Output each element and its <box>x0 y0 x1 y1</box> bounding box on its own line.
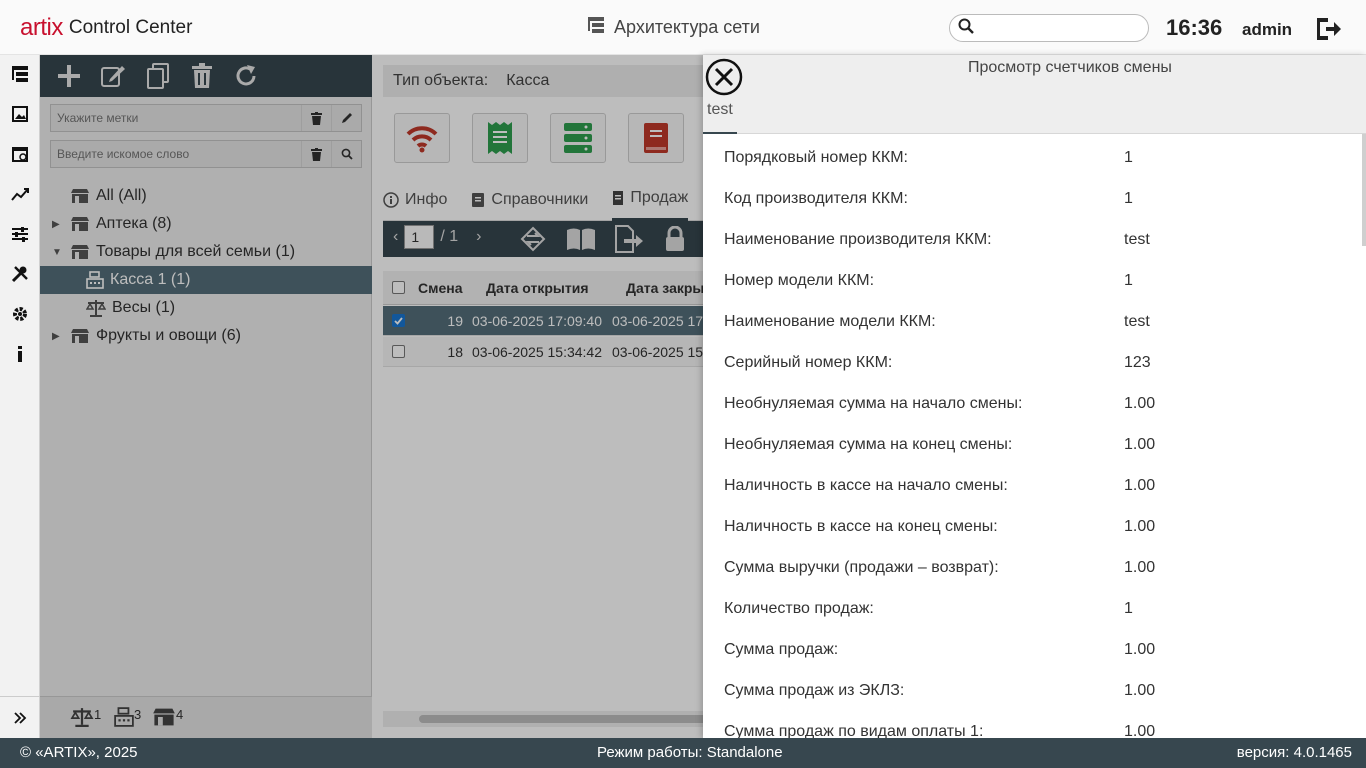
counter-label: Сумма продаж: <box>724 640 839 658</box>
global-search[interactable] <box>949 14 1156 42</box>
network-tree-icon <box>586 15 606 40</box>
logo-text: Control Center <box>68 17 193 38</box>
counter-value: 1.00 <box>1124 681 1156 699</box>
close-circle-icon <box>705 58 743 96</box>
counter-value: 1 <box>1124 271 1133 289</box>
counter-label: Код производителя ККМ: <box>724 189 908 207</box>
counter-label: Порядковый номер ККМ: <box>724 148 908 166</box>
section-title: Архитектура сети <box>586 15 760 40</box>
modal-backdrop[interactable] <box>40 55 703 738</box>
logo[interactable]: artix Control Center <box>20 10 192 46</box>
counter-label: Номер модели ККМ: <box>724 271 875 289</box>
counter-row: Наименование модели ККМ: test <box>724 301 1344 342</box>
counter-row: Сумма продаж из ЭКЛЗ: 1.00 <box>724 670 1344 711</box>
section-title-text: Архитектура сети <box>614 17 760 37</box>
dialog-header: Просмотр счетчиков смены test <box>703 55 1366 134</box>
counter-label: Количество продаж: <box>724 599 874 617</box>
counter-row: Сумма продаж по видам оплаты 1: 1.00 <box>724 711 1344 739</box>
counter-row: Порядковый номер ККМ: 1 <box>724 137 1344 178</box>
dialog-tab-test[interactable]: test <box>703 101 737 134</box>
counter-row: Необнуляемая сумма на начало смены: 1.00 <box>724 383 1344 424</box>
nav-expand-button[interactable] <box>0 696 40 738</box>
double-chevron-right-icon <box>14 711 27 724</box>
logout-button[interactable] <box>1314 16 1342 47</box>
search-icon <box>958 18 974 39</box>
counter-value: 123 <box>1124 353 1151 371</box>
app-header: artix Control Center Архитектура сети 16… <box>0 0 1366 55</box>
nav-architecture-icon[interactable] <box>9 63 31 85</box>
counter-row: Количество продаж: 1 <box>724 588 1344 629</box>
counter-value: 1 <box>1124 599 1133 617</box>
status-bar: © «ARTIX», 2025 Режим работы: Standalone… <box>0 738 1366 768</box>
counter-label: Необнуляемая сумма на начало смены: <box>724 394 1023 412</box>
nav-gallery-icon[interactable] <box>9 103 31 125</box>
counter-label: Наличность в кассе на конец смены: <box>724 517 998 535</box>
copyright: © «ARTIX», 2025 <box>20 744 138 761</box>
nav-chart-icon[interactable] <box>9 183 31 205</box>
counter-label: Необнуляемая сумма на конец смены: <box>724 435 1013 453</box>
counter-value: 1.00 <box>1124 435 1156 453</box>
counter-label: Сумма продаж из ЭКЛЗ: <box>724 681 905 699</box>
counter-value: 1.00 <box>1124 722 1156 739</box>
nav-tools-icon[interactable] <box>9 263 31 285</box>
counter-value: 1 <box>1124 148 1133 166</box>
counter-row: Номер модели ККМ: 1 <box>724 260 1344 301</box>
counter-value: 1 <box>1124 189 1133 207</box>
main-nav <box>0 55 40 738</box>
vertical-scrollbar[interactable] <box>1362 134 1366 738</box>
counter-row: Код производителя ККМ: 1 <box>724 178 1344 219</box>
counter-value: 1.00 <box>1124 517 1156 535</box>
global-search-input[interactable] <box>980 20 1156 36</box>
counter-value: 1.00 <box>1124 640 1156 658</box>
dialog-title: Просмотр счетчиков смены <box>968 59 1172 76</box>
counter-value: 1.00 <box>1124 558 1156 576</box>
counter-label: Наименование производителя ККМ: <box>724 230 992 248</box>
app-version: версия: 4.0.1465 <box>1236 744 1352 761</box>
counter-row: Наличность в кассе на конец смены: 1.00 <box>724 506 1344 547</box>
shift-counters-dialog: Просмотр счетчиков смены test Порядковый… <box>703 55 1366 738</box>
clock: 16:36 <box>1166 15 1223 40</box>
counter-row: Наименование производителя ККМ: test <box>724 219 1344 260</box>
counter-value: test <box>1124 312 1150 330</box>
counter-row: Сумма продаж: 1.00 <box>724 629 1344 670</box>
close-button[interactable] <box>705 58 743 96</box>
nav-sliders-icon[interactable] <box>9 223 31 245</box>
counter-value: test <box>1124 230 1150 248</box>
logo-mark: artix <box>20 14 63 41</box>
counter-label: Серийный номер ККМ: <box>724 353 893 371</box>
nav-info-icon[interactable] <box>9 343 31 365</box>
user-name[interactable]: admin <box>1242 20 1292 40</box>
counter-value: 1.00 <box>1124 476 1156 494</box>
counter-label: Наименование модели ККМ: <box>724 312 936 330</box>
counter-label: Сумма продаж по видам оплаты 1: <box>724 722 984 739</box>
counter-label: Наличность в кассе на начало смены: <box>724 476 1008 494</box>
counter-row: Наличность в кассе на начало смены: 1.00 <box>724 465 1344 506</box>
counter-value: 1.00 <box>1124 394 1156 412</box>
work-mode: Режим работы: Standalone <box>597 744 783 761</box>
nav-gear-icon[interactable] <box>9 303 31 325</box>
counter-row: Сумма выручки (продажи – возврат): 1.00 <box>724 547 1344 588</box>
logout-icon <box>1317 18 1341 40</box>
counter-row: Серийный номер ККМ: 123 <box>724 342 1344 383</box>
counter-label: Сумма выручки (продажи – возврат): <box>724 558 999 576</box>
nav-calendar-icon[interactable] <box>9 143 31 165</box>
counter-row: Необнуляемая сумма на конец смены: 1.00 <box>724 424 1344 465</box>
